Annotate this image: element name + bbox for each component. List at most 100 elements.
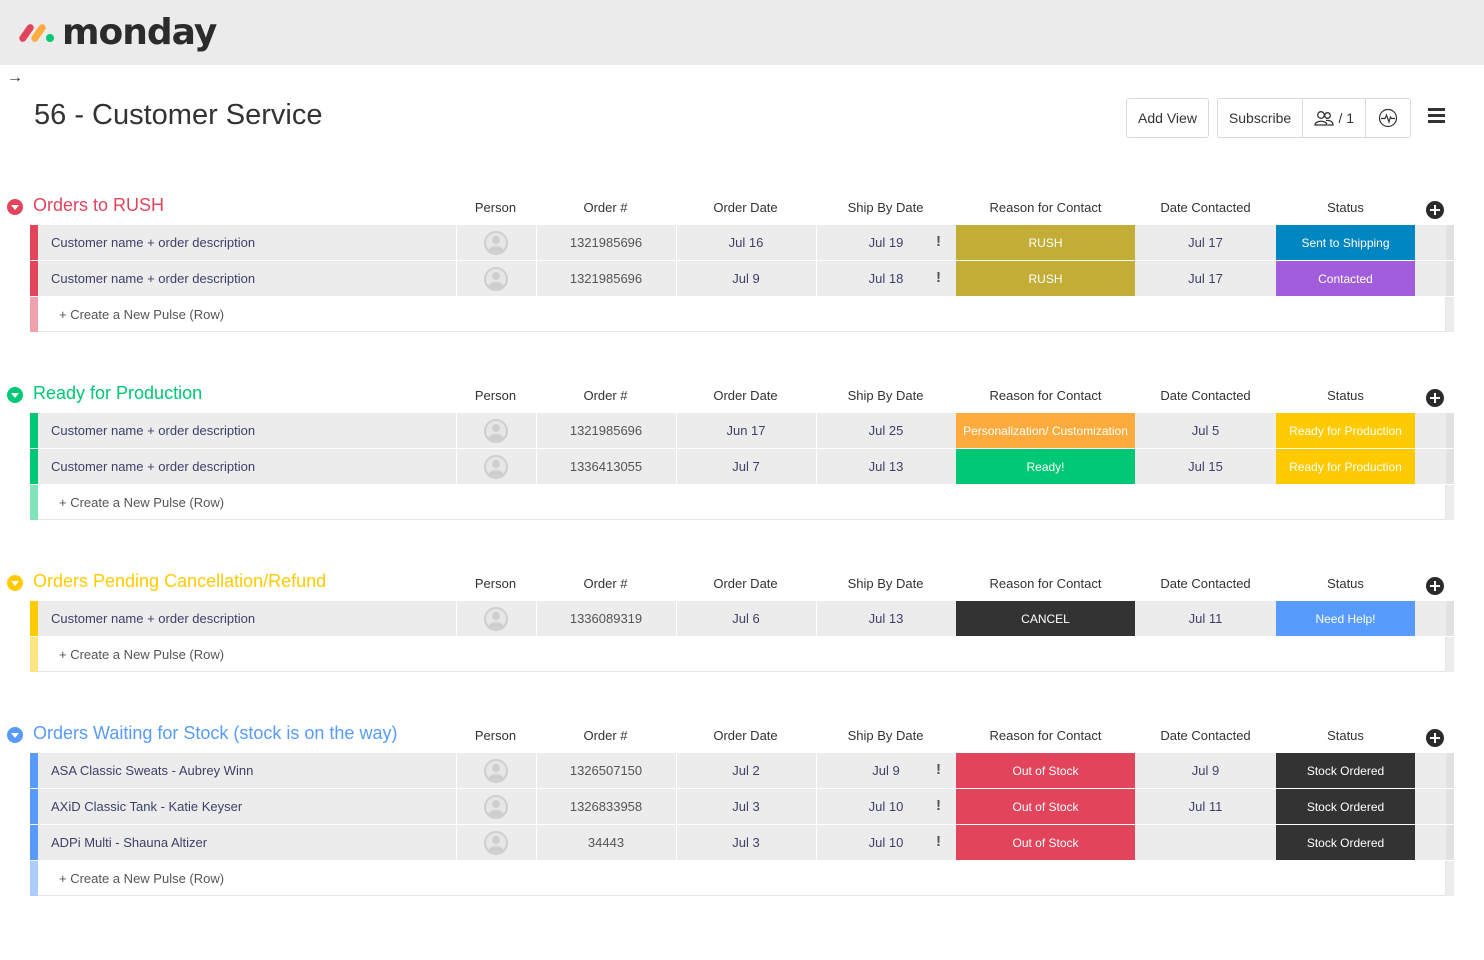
column-header[interactable]: Ship By Date	[816, 728, 955, 743]
column-header[interactable]: Reason for Contact	[956, 388, 1135, 403]
person-cell[interactable]	[456, 825, 535, 860]
order-number[interactable]: 1321985696	[536, 261, 675, 296]
pulse-name[interactable]: AXiD Classic Tank - Katie Keyser	[38, 789, 455, 824]
status-label[interactable]: Stock Ordered	[1276, 789, 1415, 824]
order-date[interactable]: Jul 6	[676, 601, 815, 636]
column-header[interactable]: Reason for Contact	[956, 576, 1135, 591]
order-number[interactable]: 34443	[536, 825, 675, 860]
create-pulse-row[interactable]: + Create a New Pulse (Row)	[0, 861, 1484, 897]
person-cell[interactable]	[456, 261, 535, 296]
pulse-name[interactable]: Customer name + order description	[38, 449, 455, 484]
status-label[interactable]: Ready for Production	[1276, 413, 1415, 448]
pulse-name[interactable]: ASA Classic Sweats - Aubrey Winn	[38, 753, 455, 788]
date-contacted[interactable]: Jul 17	[1136, 261, 1275, 296]
column-header[interactable]: Date Contacted	[1136, 576, 1275, 591]
column-header[interactable]: Order #	[536, 576, 675, 591]
create-pulse-row[interactable]: + Create a New Pulse (Row)	[0, 637, 1484, 673]
ship-by-date-cell[interactable]: Jul 25	[816, 413, 955, 448]
order-number[interactable]: 1336413055	[536, 449, 675, 484]
members-button[interactable]: / 1	[1303, 99, 1367, 137]
order-number[interactable]: 1321985696	[536, 413, 675, 448]
order-date[interactable]: Jul 2	[676, 753, 815, 788]
person-cell[interactable]	[456, 449, 535, 484]
order-number[interactable]: 1326507150	[536, 753, 675, 788]
reason-label[interactable]: Ready!	[956, 449, 1135, 484]
person-cell[interactable]	[456, 601, 535, 636]
group-title[interactable]: Orders to RUSH	[33, 195, 164, 216]
column-header[interactable]: Status	[1276, 728, 1415, 743]
hamburger-menu-icon[interactable]	[1428, 108, 1445, 124]
column-header[interactable]: Status	[1276, 388, 1415, 403]
column-header[interactable]: Person	[456, 388, 535, 403]
expand-sidebar-arrow-icon[interactable]: →	[7, 69, 23, 87]
person-cell[interactable]	[456, 225, 535, 260]
pulse-name[interactable]: Customer name + order description	[38, 225, 455, 260]
person-cell[interactable]	[456, 413, 535, 448]
date-contacted[interactable]: Jul 11	[1136, 601, 1275, 636]
column-header[interactable]: Order #	[536, 388, 675, 403]
column-header[interactable]: Order Date	[676, 576, 815, 591]
add-column-icon[interactable]	[1426, 389, 1444, 407]
column-header[interactable]: Status	[1276, 200, 1415, 215]
column-header[interactable]: Order #	[536, 200, 675, 215]
column-header[interactable]: Person	[456, 728, 535, 743]
column-header[interactable]: Order #	[536, 728, 675, 743]
create-pulse-button[interactable]: + Create a New Pulse (Row)	[59, 647, 224, 662]
pulse-name[interactable]: Customer name + order description	[38, 413, 455, 448]
column-header[interactable]: Date Contacted	[1136, 200, 1275, 215]
pulse-name[interactable]: ADPi Multi - Shauna Altizer	[38, 825, 455, 860]
ship-by-date-cell[interactable]: Jul 18 !	[816, 261, 955, 296]
collapse-group-icon[interactable]	[7, 199, 23, 215]
ship-by-date-cell[interactable]: Jul 10 !	[816, 789, 955, 824]
reason-label[interactable]: Personalization/ Customization	[956, 413, 1135, 448]
collapse-group-icon[interactable]	[7, 575, 23, 591]
order-date[interactable]: Jul 3	[676, 825, 815, 860]
column-header[interactable]: Ship By Date	[816, 388, 955, 403]
add-column-icon[interactable]	[1426, 577, 1444, 595]
order-number[interactable]: 1326833958	[536, 789, 675, 824]
status-label[interactable]: Need Help!	[1276, 601, 1415, 636]
reason-label[interactable]: RUSH	[956, 261, 1135, 296]
column-header[interactable]: Date Contacted	[1136, 388, 1275, 403]
order-date[interactable]: Jul 9	[676, 261, 815, 296]
create-pulse-row[interactable]: + Create a New Pulse (Row)	[0, 297, 1484, 333]
order-date[interactable]: Jul 3	[676, 789, 815, 824]
status-label[interactable]: Stock Ordered	[1276, 753, 1415, 788]
column-header[interactable]: Reason for Contact	[956, 728, 1135, 743]
collapse-group-icon[interactable]	[7, 387, 23, 403]
person-cell[interactable]	[456, 789, 535, 824]
date-contacted[interactable]: Jul 15	[1136, 449, 1275, 484]
status-label[interactable]: Ready for Production	[1276, 449, 1415, 484]
reason-label[interactable]: Out of Stock	[956, 825, 1135, 860]
column-header[interactable]: Ship By Date	[816, 200, 955, 215]
group-title[interactable]: Ready for Production	[33, 383, 202, 404]
reason-label[interactable]: CANCEL	[956, 601, 1135, 636]
collapse-group-icon[interactable]	[7, 727, 23, 743]
column-header[interactable]: Order Date	[676, 388, 815, 403]
order-date[interactable]: Jul 16	[676, 225, 815, 260]
date-contacted[interactable]: Jul 9	[1136, 753, 1275, 788]
reason-label[interactable]: Out of Stock	[956, 789, 1135, 824]
column-header[interactable]: Status	[1276, 576, 1415, 591]
ship-by-date-cell[interactable]: Jul 19 !	[816, 225, 955, 260]
add-column-icon[interactable]	[1426, 729, 1444, 747]
column-header[interactable]: Person	[456, 200, 535, 215]
group-title[interactable]: Orders Waiting for Stock (stock is on th…	[33, 723, 397, 744]
status-label[interactable]: Contacted	[1276, 261, 1415, 296]
person-cell[interactable]	[456, 753, 535, 788]
column-header[interactable]: Person	[456, 576, 535, 591]
status-label[interactable]: Stock Ordered	[1276, 825, 1415, 860]
group-title[interactable]: Orders Pending Cancellation/Refund	[33, 571, 326, 592]
column-header[interactable]: Reason for Contact	[956, 200, 1135, 215]
create-pulse-row[interactable]: + Create a New Pulse (Row)	[0, 485, 1484, 521]
order-date[interactable]: Jun 17	[676, 413, 815, 448]
ship-by-date-cell[interactable]: Jul 13	[816, 449, 955, 484]
add-view-button[interactable]: Add View	[1126, 98, 1209, 138]
ship-by-date-cell[interactable]: Jul 13	[816, 601, 955, 636]
pulse-name[interactable]: Customer name + order description	[38, 601, 455, 636]
activity-button[interactable]	[1366, 99, 1410, 137]
date-contacted[interactable]: Jul 5	[1136, 413, 1275, 448]
column-header[interactable]: Date Contacted	[1136, 728, 1275, 743]
order-date[interactable]: Jul 7	[676, 449, 815, 484]
create-pulse-button[interactable]: + Create a New Pulse (Row)	[59, 871, 224, 886]
